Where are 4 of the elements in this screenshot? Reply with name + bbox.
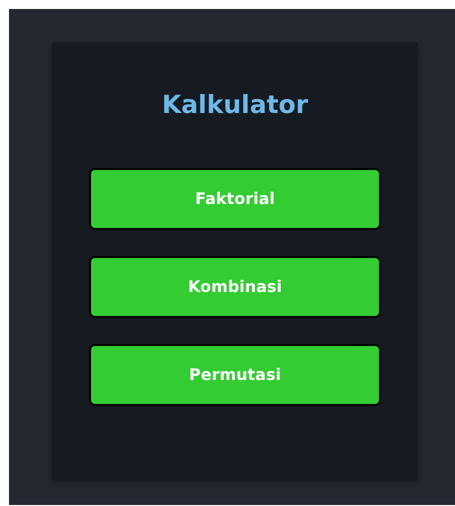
app-title: Kalkulator [160, 89, 310, 121]
menu-button[interactable]: Faktorial [89, 168, 381, 230]
menu-button[interactable]: Kombinasi [89, 256, 381, 318]
menu-button[interactable]: Permutasi [89, 344, 381, 406]
